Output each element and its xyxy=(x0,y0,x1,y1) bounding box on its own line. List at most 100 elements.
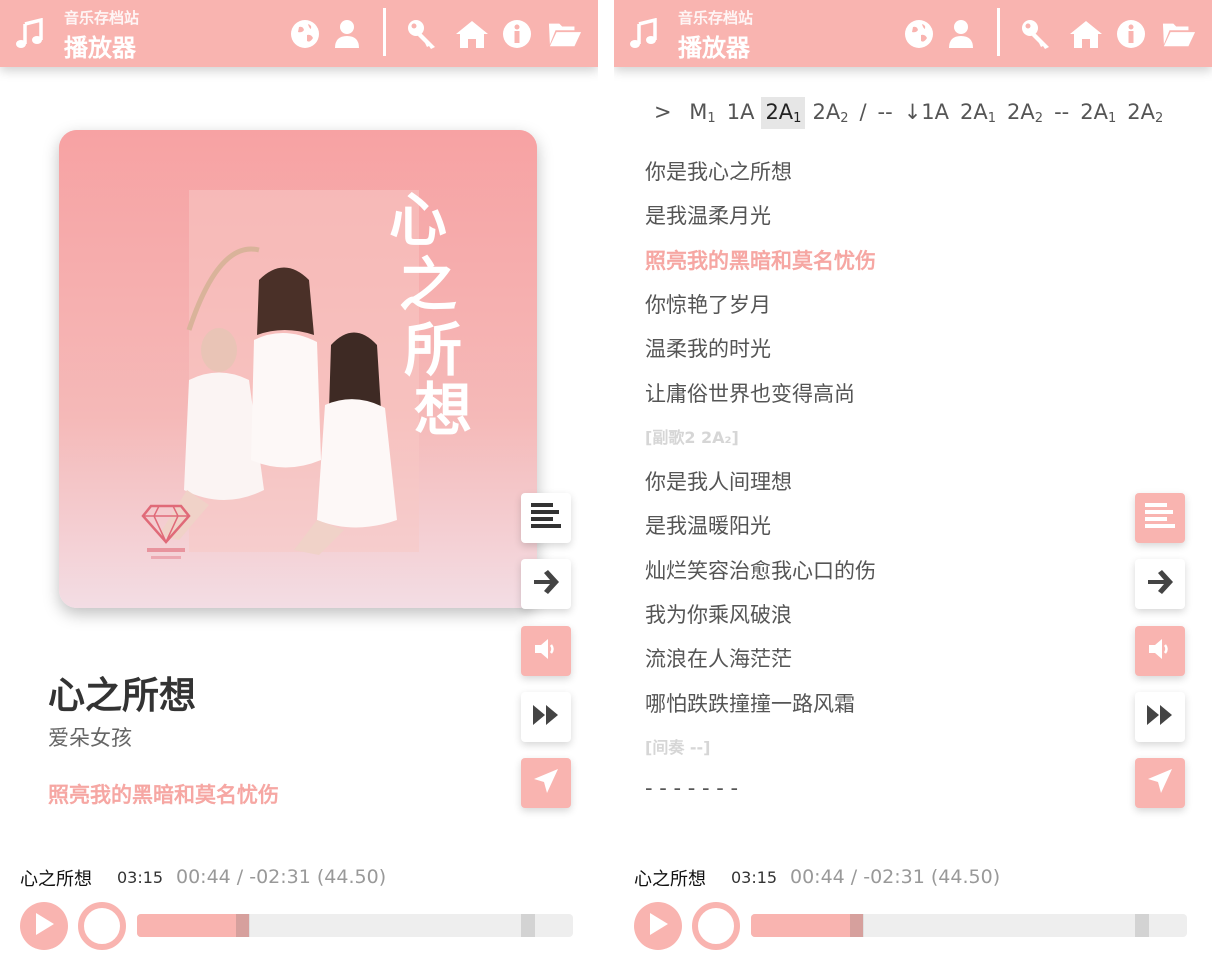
song-artist: 爱朵女孩 xyxy=(48,726,132,750)
player-track-title: 心之所想 xyxy=(20,869,92,890)
lyric-line[interactable]: 流浪在人海茫茫 xyxy=(645,643,792,673)
section-chip-label: 2A xyxy=(765,100,794,124)
progress-handle[interactable] xyxy=(235,914,249,937)
info-icon[interactable] xyxy=(500,17,534,51)
lyric-line[interactable]: 温柔我的时光 xyxy=(645,333,771,363)
lyrics-list[interactable]: 你是我心之所想 是我温柔月光照亮我的黑暗和莫名忧伤 你惊艳了岁月 温柔我的时光让庸俗世… xyxy=(645,150,1105,850)
lyric-line[interactable]: 是我温柔月光 xyxy=(645,200,771,230)
section-chip-sub: 1 xyxy=(1107,111,1117,126)
section-chip[interactable]: -- xyxy=(1050,97,1073,127)
share-button[interactable] xyxy=(521,758,571,808)
key-icon[interactable] xyxy=(405,17,439,51)
player-time: 00:44 / -02:31 (44.50) xyxy=(176,866,387,888)
lyric-line[interactable]: 你惊艳了岁月 xyxy=(645,289,771,319)
folder-open-icon[interactable] xyxy=(1162,17,1196,51)
folder-open-icon[interactable] xyxy=(548,17,582,51)
loop-button[interactable] xyxy=(692,902,740,950)
share-button[interactable] xyxy=(1135,758,1185,808)
section-chip-sub: 1 xyxy=(707,111,716,126)
lyric-line[interactable]: 我为你乘风破浪 xyxy=(645,599,792,629)
cover-title-char: 想 xyxy=(414,376,472,444)
user-icon[interactable] xyxy=(944,17,978,51)
section-chip-sub: 2 xyxy=(1154,111,1164,126)
next-button[interactable] xyxy=(1135,559,1185,609)
section-chip-label: 2A xyxy=(1080,100,1108,124)
section-chip[interactable]: 2A2 xyxy=(808,97,852,129)
volume-button[interactable] xyxy=(521,626,571,676)
album-cover-art: 心 之 所 想 xyxy=(59,130,537,608)
section-chip-label: M xyxy=(689,100,708,124)
section-chip[interactable]: 2A2 xyxy=(1003,97,1047,129)
fast-forward-icon xyxy=(532,703,560,731)
section-chip[interactable]: 2A1 xyxy=(1076,97,1120,129)
play-button[interactable] xyxy=(634,902,682,950)
lyric-line[interactable]: 让庸俗世界也变得高尚 xyxy=(645,378,855,408)
play-button[interactable] xyxy=(20,902,68,950)
lyric-line[interactable]: 是我温暖阳光 xyxy=(645,510,771,540)
music-note-icon[interactable] xyxy=(628,17,660,50)
loop-end-marker[interactable] xyxy=(520,914,535,937)
cover-title-char: 所 xyxy=(404,316,462,384)
site-name: 音乐存档站 xyxy=(64,9,140,27)
player-bar: 心之所想 03:15 00:44 / -02:31 (44.50) xyxy=(0,855,598,967)
next-button[interactable] xyxy=(521,559,571,609)
fast-forward-icon xyxy=(1146,703,1174,731)
volume-button[interactable] xyxy=(1135,626,1185,676)
user-icon[interactable] xyxy=(330,17,364,51)
section-chip-label: -- xyxy=(1054,100,1070,124)
section-chip[interactable]: -- xyxy=(874,97,897,127)
lyric-line[interactable]: 哪怕跌跌撞撞一路风霜 xyxy=(645,688,855,718)
lyrics-toggle-button[interactable] xyxy=(1135,493,1185,543)
music-note-icon[interactable] xyxy=(14,17,46,50)
player-track-title: 心之所想 xyxy=(634,869,706,890)
globe-icon[interactable] xyxy=(288,17,322,51)
home-icon[interactable] xyxy=(455,17,489,51)
section-navigator: > M1 1A 2A1 2A2/-- ↓1A 2A1 2A2 -- 2A1 2A2 xyxy=(650,97,1170,131)
album-cover: 心 之 所 想 xyxy=(59,130,537,608)
player-panel-cover: 音乐存档站 播放器 心 之 所 想 心之所想 爱朵女孩 照亮我的黑暗和莫名忧伤 … xyxy=(0,0,598,967)
section-chip[interactable]: 2A1 xyxy=(761,97,806,129)
section-chip[interactable]: M1 xyxy=(685,97,719,129)
section-chip[interactable]: 2A1 xyxy=(956,97,1000,129)
lyric-line[interactable]: 灿烂笑容治愈我心口的伤 xyxy=(645,555,876,585)
loop-button[interactable] xyxy=(78,902,126,950)
section-chip[interactable]: 2A2 xyxy=(1123,97,1167,129)
progress-handle[interactable] xyxy=(849,914,863,937)
info-icon[interactable] xyxy=(1114,17,1148,51)
progress-bar[interactable] xyxy=(137,914,573,937)
lyric-line[interactable]: - - - - - - - xyxy=(645,776,738,800)
section-chip-sub: 1 xyxy=(793,111,802,126)
section-chip-sub: 1 xyxy=(987,111,997,126)
header-divider xyxy=(383,8,386,56)
align-left-icon xyxy=(531,503,561,533)
page-title: 播放器 xyxy=(64,34,136,62)
play-icon xyxy=(33,912,55,940)
section-chip[interactable]: 1A xyxy=(723,97,759,127)
fast-forward-button[interactable] xyxy=(1135,692,1185,742)
arrow-right-icon xyxy=(532,569,560,599)
loop-end-marker[interactable] xyxy=(1134,914,1149,937)
section-chip-label: -- xyxy=(877,100,893,124)
section-chip[interactable]: ↓1A xyxy=(900,97,953,127)
song-title: 心之所想 xyxy=(48,674,196,717)
section-chip[interactable]: / xyxy=(855,97,870,127)
section-chip-label: 2A xyxy=(1127,100,1155,124)
progress-fill xyxy=(137,914,236,937)
send-icon xyxy=(533,768,559,798)
cover-title-char: 心 xyxy=(389,186,447,254)
section-chip-label: ↓1A xyxy=(903,100,950,124)
globe-icon[interactable] xyxy=(902,17,936,51)
home-icon[interactable] xyxy=(1069,17,1103,51)
key-icon[interactable] xyxy=(1019,17,1053,51)
lyric-line[interactable]: 你是我人间理想 xyxy=(645,466,792,496)
volume-icon xyxy=(1147,637,1173,665)
section-chip-sub: 2 xyxy=(840,111,849,126)
site-name: 音乐存档站 xyxy=(678,9,754,27)
fast-forward-button[interactable] xyxy=(521,692,571,742)
progress-bar[interactable] xyxy=(751,914,1187,937)
lyrics-toggle-button[interactable] xyxy=(521,493,571,543)
lyric-section-label[interactable]: [间奏 --] xyxy=(645,734,710,758)
lyric-line-current[interactable]: 照亮我的黑暗和莫名忧伤 xyxy=(645,245,876,275)
lyric-section-label[interactable]: [副歌2 2A₂] xyxy=(645,424,739,448)
lyric-line[interactable]: 你是我心之所想 xyxy=(645,156,792,186)
